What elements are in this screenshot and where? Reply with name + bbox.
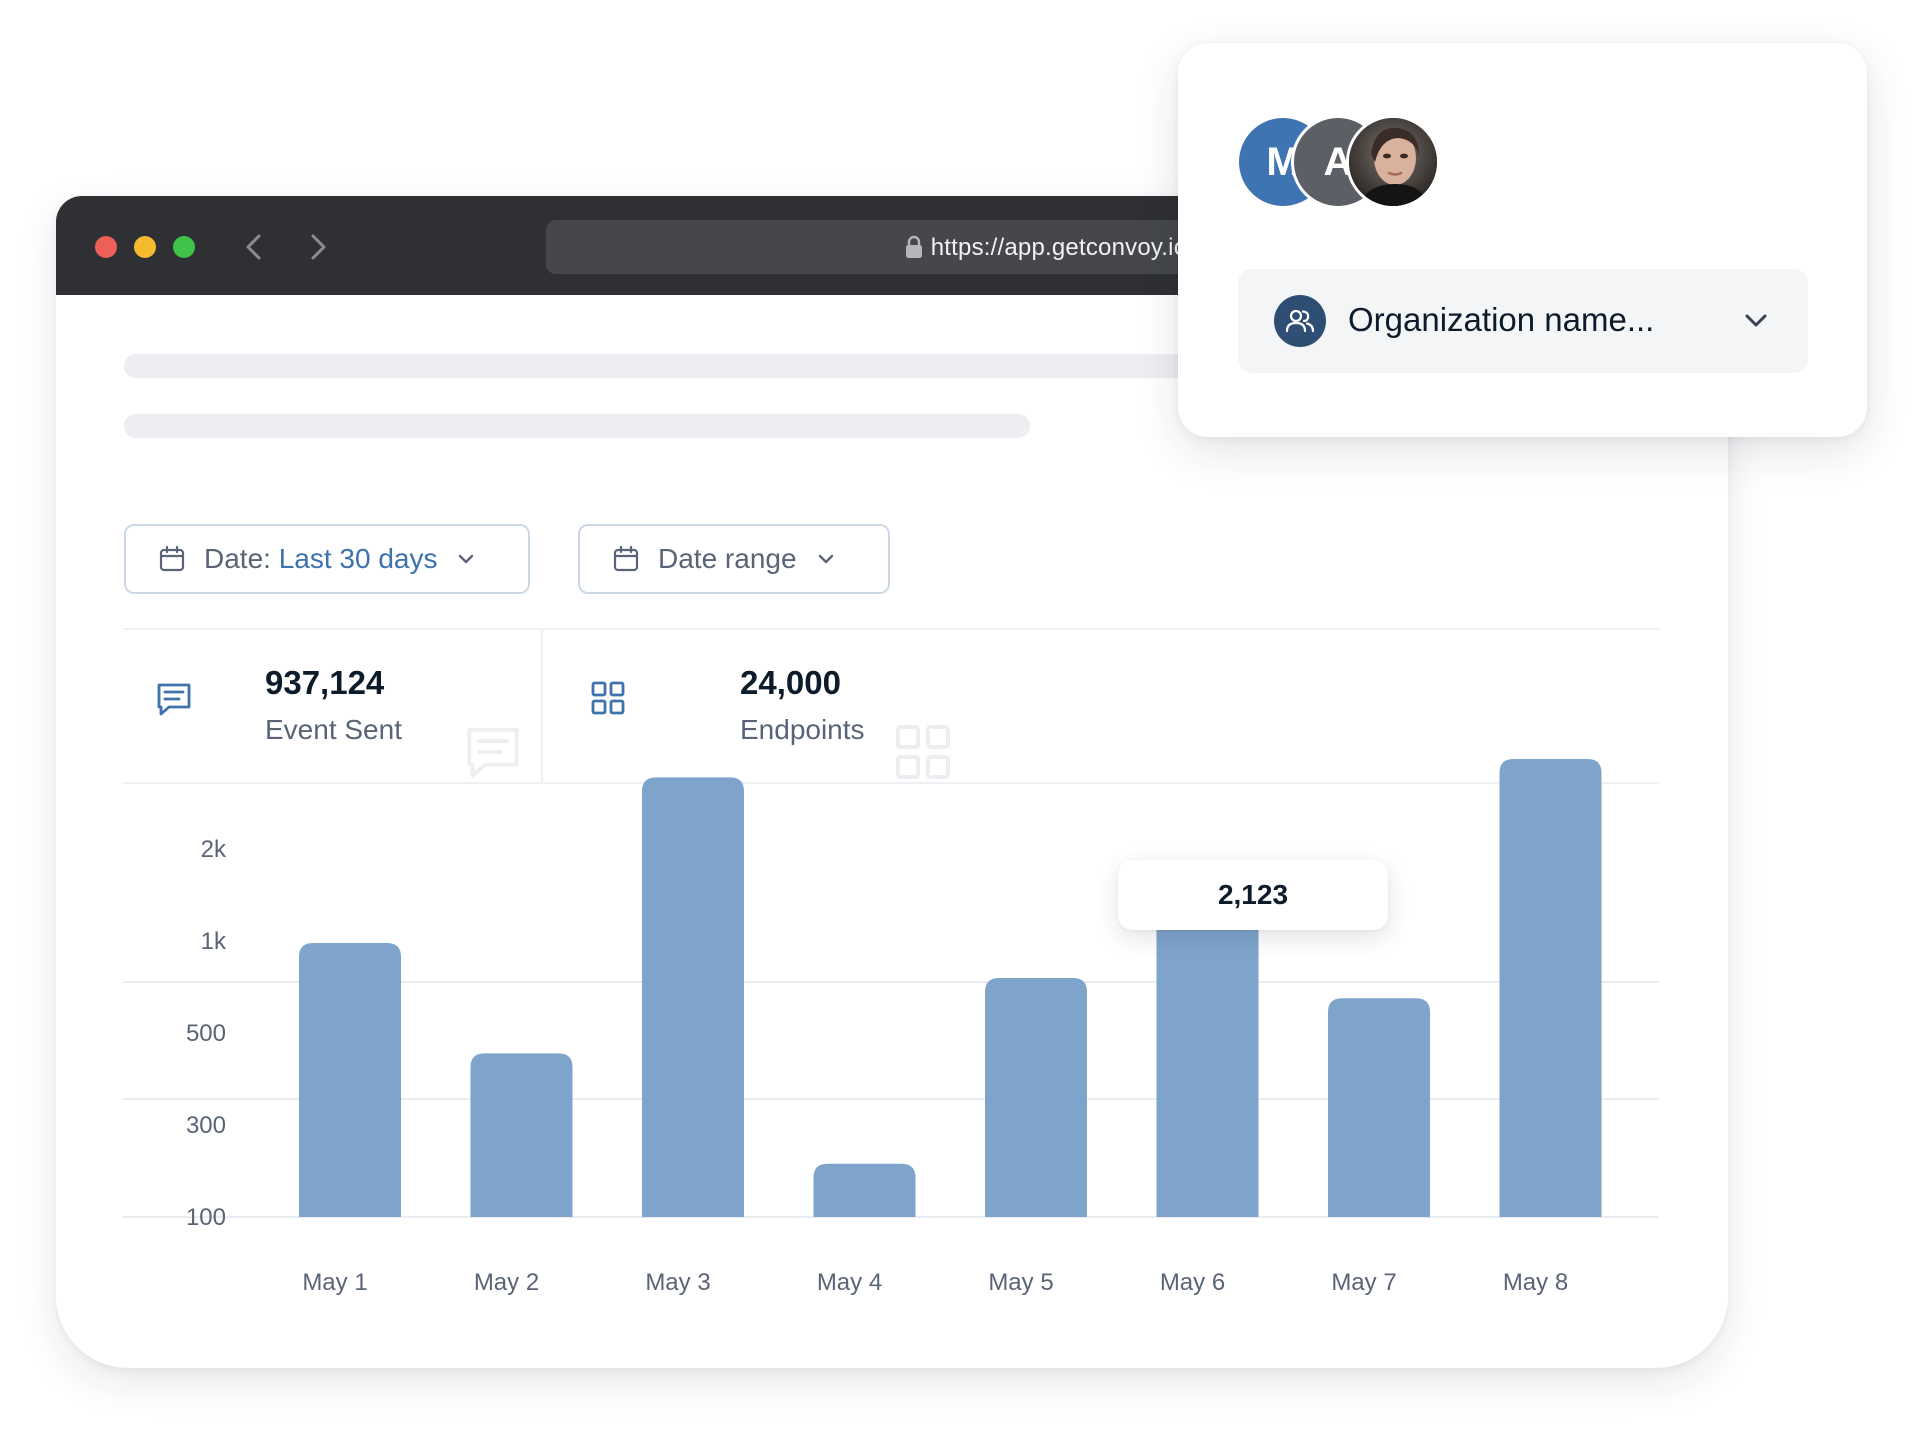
chart-bar [1328, 998, 1430, 1217]
chart-bar [470, 1053, 573, 1217]
avatar-photo[interactable] [1346, 115, 1440, 209]
organization-card: M A Organization name... [1178, 43, 1867, 437]
tooltip-value: 2,123 [1217, 879, 1289, 910]
user-photo-icon [1349, 118, 1437, 206]
y-tick-label: 300 [186, 1112, 226, 1139]
x-tick-label: May 7 [1331, 1269, 1396, 1296]
y-tick-label: 100 [186, 1204, 226, 1231]
chart-bar [813, 1163, 916, 1217]
x-tick-label: May 3 [645, 1269, 710, 1296]
organization-name: Organization name... [1348, 301, 1655, 338]
chart-bar [642, 777, 744, 1217]
chart-bar [1499, 759, 1602, 1217]
users-icon [1274, 295, 1326, 347]
chart-bar [985, 977, 1087, 1217]
x-tick-label: May 4 [817, 1269, 882, 1296]
x-tick-label: May 2 [474, 1269, 539, 1296]
y-tick-label: 2k [201, 836, 227, 863]
chevron-down-icon [1745, 314, 1767, 327]
chart-tooltip: 2,123 [1118, 860, 1388, 930]
y-tick-label: 500 [186, 1020, 226, 1047]
chart-bar [1156, 897, 1259, 1217]
chart-bar [299, 943, 401, 1217]
organization-select[interactable]: Organization name... [1238, 269, 1808, 373]
x-tick-label: May 1 [302, 1269, 367, 1296]
y-tick-label: 1k [201, 928, 227, 955]
x-tick-label: May 6 [1160, 1269, 1225, 1296]
x-tick-label: May 8 [1503, 1269, 1568, 1296]
x-tick-label: May 5 [988, 1269, 1053, 1296]
